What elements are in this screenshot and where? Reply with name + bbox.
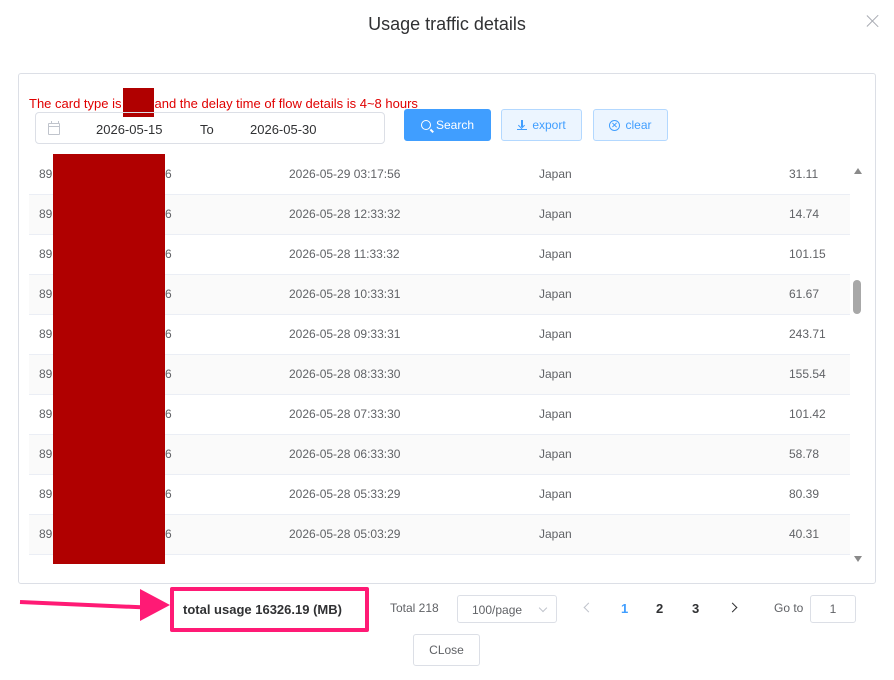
usage-cell: 80.39 (789, 487, 820, 501)
country-cell: Japan (539, 447, 572, 461)
country-cell: Japan (539, 487, 572, 501)
time-cell: 2026-05-28 09:33:31 (289, 327, 401, 341)
usage-cell: 243.71 (789, 327, 826, 341)
clear-button-label: clear (625, 118, 652, 132)
iccid-head-cell: 89 (39, 487, 53, 501)
iccid-head-cell: 89 (39, 367, 53, 381)
export-button-label: export (532, 118, 566, 132)
time-cell: 2026-05-28 05:33:29 (289, 487, 401, 501)
usage-cell: 101.15 (789, 247, 826, 261)
country-cell: Japan (539, 407, 572, 421)
iccid-tail-cell: 6 (165, 167, 172, 181)
time-cell: 2026-05-28 07:33:30 (289, 407, 401, 421)
country-cell: Japan (539, 287, 572, 301)
search-icon (420, 120, 431, 130)
calendar-icon (48, 121, 60, 135)
iccid-tail-cell: 6 (165, 367, 172, 381)
iccid-head-cell: 89 (39, 327, 53, 341)
iccid-tail-cell: 6 (165, 327, 172, 341)
iccid-head-cell: 89 (39, 167, 53, 181)
page-1[interactable]: 1 (621, 601, 628, 616)
iccid-head-cell: 89 (39, 207, 53, 221)
country-cell: Japan (539, 527, 572, 541)
table-scrollbar[interactable] (851, 166, 865, 562)
iccid-tail-cell: 6 (165, 407, 172, 421)
notice-suffix: and the delay time of flow details is 4~… (154, 96, 418, 111)
page-3[interactable]: 3 (692, 601, 699, 616)
time-cell: 2026-05-28 10:33:31 (289, 287, 401, 301)
iccid-tail-cell: 6 (165, 247, 172, 261)
scroll-thumb[interactable] (853, 280, 861, 314)
usage-cell: 31.11 (789, 167, 819, 181)
prev-page-icon[interactable] (583, 602, 594, 613)
clear-button[interactable]: clear (593, 109, 668, 141)
page-size-value: 100/page (472, 603, 523, 617)
close-icon[interactable] (866, 14, 880, 28)
usage-cell: 14.74 (789, 207, 820, 221)
total-count: Total 218 (390, 601, 439, 615)
usage-cell: 61.67 (789, 287, 820, 301)
date-separator: To (200, 122, 214, 137)
time-cell: 2026-05-28 12:33:32 (289, 207, 401, 221)
close-button[interactable]: CLose (413, 634, 480, 666)
usage-cell: 58.78 (789, 447, 820, 461)
iccid-head-cell: 89 (39, 287, 53, 301)
iccid-head-cell: 89 (39, 407, 53, 421)
end-date[interactable]: 2026-05-30 (250, 122, 317, 137)
start-date[interactable]: 2026-05-15 (96, 122, 163, 137)
country-cell: Japan (539, 327, 572, 341)
time-cell: 2026-05-29 03:17:56 (289, 167, 401, 181)
usage-cell: 101.42 (789, 407, 826, 421)
annotation-arrow-line (19, 600, 150, 610)
time-cell: 2026-05-28 08:33:30 (289, 367, 401, 381)
iccid-tail-cell: 6 (165, 447, 172, 461)
page-size-select[interactable]: 100/page (457, 595, 557, 623)
iccid-tail-cell: 6 (165, 287, 172, 301)
redacted-id-column (53, 154, 165, 564)
scroll-down-icon[interactable] (854, 556, 862, 562)
time-cell: 2026-05-28 05:03:29 (289, 527, 401, 541)
page-2[interactable]: 2 (656, 601, 663, 616)
usage-cell: 155.54 (789, 367, 826, 381)
export-button[interactable]: export (501, 109, 582, 141)
dialog-title: Usage traffic details (368, 14, 526, 34)
time-cell: 2026-05-28 11:33:32 (289, 247, 400, 261)
usage-cell: 40.31 (789, 527, 820, 541)
next-page-icon[interactable] (727, 602, 738, 613)
country-cell: Japan (539, 247, 572, 261)
country-cell: Japan (539, 167, 572, 181)
chevron-down-icon (538, 603, 548, 613)
country-cell: Japan (539, 367, 572, 381)
iccid-tail-cell: 6 (165, 527, 172, 541)
time-cell: 2026-05-28 06:33:30 (289, 447, 401, 461)
notice-prefix: The card type is (29, 96, 122, 111)
search-button[interactable]: Search (404, 109, 491, 141)
iccid-tail-cell: 6 (165, 487, 172, 501)
iccid-head-cell: 89 (39, 527, 53, 541)
annotation-arrow-head (140, 589, 170, 621)
total-usage: total usage 16326.19 (MB) (183, 602, 342, 617)
circle-close-icon (609, 119, 621, 131)
goto-page-input[interactable] (810, 595, 856, 623)
iccid-tail-cell: 6 (165, 207, 172, 221)
date-range-picker[interactable]: 2026-05-15 To 2026-05-30 (35, 112, 385, 144)
iccid-head-cell: 89 (39, 247, 53, 261)
scroll-up-icon[interactable] (854, 168, 862, 174)
country-cell: Japan (539, 207, 572, 221)
download-icon (517, 120, 528, 130)
search-button-label: Search (435, 118, 475, 132)
iccid-head-cell: 89 (39, 447, 53, 461)
goto-label: Go to (774, 601, 804, 615)
